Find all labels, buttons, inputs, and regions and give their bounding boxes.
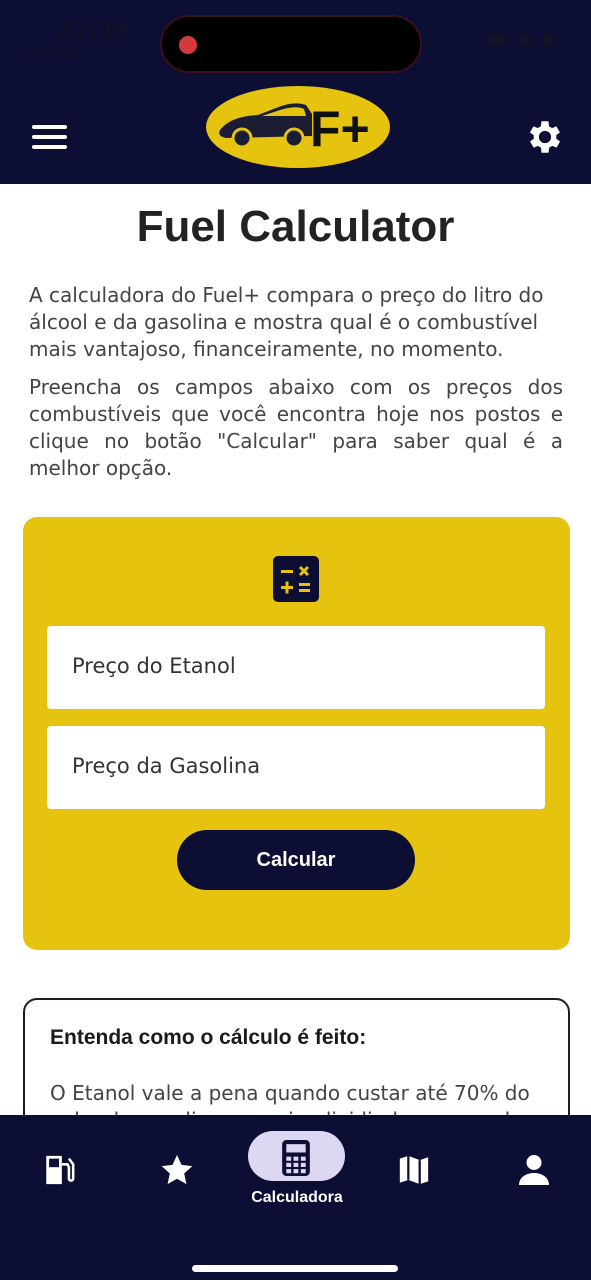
wifi-icon [517,34,533,46]
fuel-plus-logo[interactable]: F+ [206,86,390,168]
star-icon[interactable] [158,1152,196,1188]
status-carrier: ◂ Camera [20,46,82,61]
info-title: Entenda como o cálculo é feito: [50,1026,367,1049]
gas-pump-icon[interactable] [42,1153,76,1187]
home-indicator [192,1265,398,1272]
map-icon[interactable] [397,1153,431,1187]
gasoline-price-placeholder: Preço da Gasolina [72,754,261,778]
nav-label-calculator[interactable]: Calculadora [222,1189,372,1207]
calculator-icon [273,556,319,602]
calculator-card: Preço do Etanol Preço da Gasolina Calcul… [23,517,570,950]
intro-paragraph: A calculadora do Fuel+ compara o preço d… [29,283,544,361]
instructions-paragraph: Preencha os campos abaixo com os preços … [29,375,563,480]
menu-icon[interactable] [32,125,67,149]
signal-icon [489,34,507,46]
gasoline-price-field[interactable]: Preço da Gasolina [47,726,545,809]
ethanol-price-placeholder: Preço do Etanol [72,654,236,678]
gear-icon[interactable] [524,116,566,158]
calculator-nav-icon[interactable] [282,1140,310,1176]
recording-dot-icon [179,36,197,54]
logo-text: F+ [310,101,370,157]
status-icons [489,34,555,46]
page-title: Fuel Calculator [136,202,455,251]
top-app-bar: 21:39 ◂ Camera F+ [0,0,591,184]
user-icon[interactable] [516,1152,552,1188]
calculate-button[interactable]: Calcular [177,830,415,890]
battery-icon [543,34,555,46]
status-time: 21:39 [58,18,129,43]
dynamic-island [160,15,422,73]
ethanol-price-field[interactable]: Preço do Etanol [47,626,545,709]
bottom-navigation: Calculadora [0,1115,591,1280]
